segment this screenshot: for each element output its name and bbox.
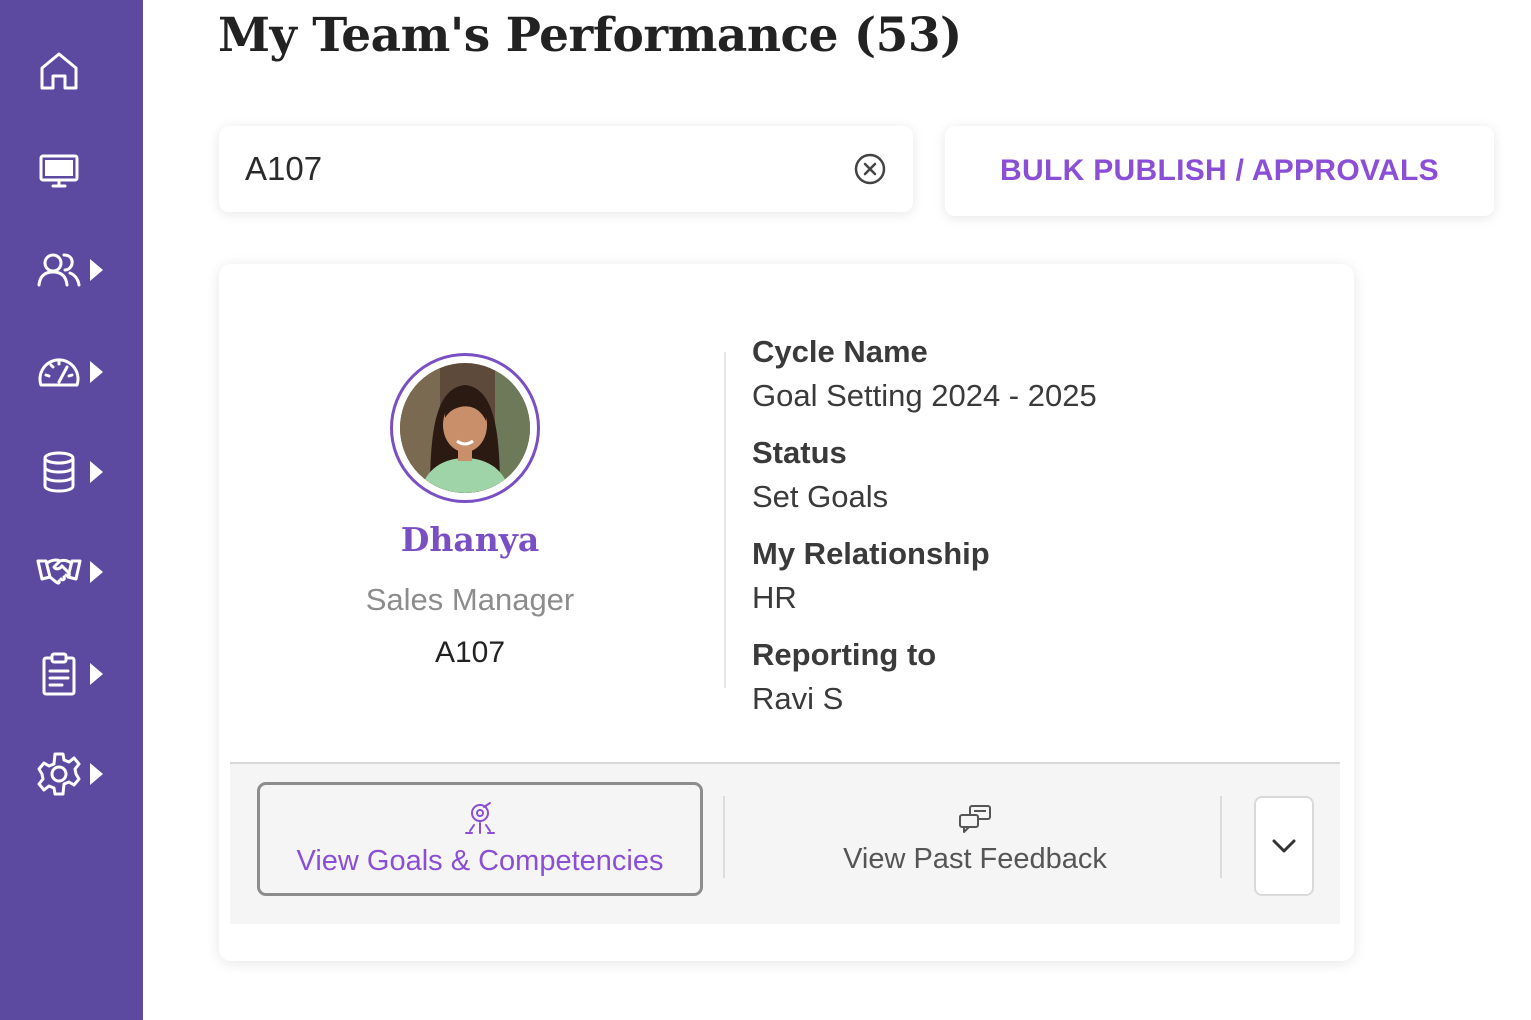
submenu-caret-icon <box>90 763 103 785</box>
status-label: Status <box>752 435 847 470</box>
card-actions: View Goals & Competencies View Past Feed… <box>230 762 1340 924</box>
submenu-caret-icon <box>90 663 103 685</box>
sidebar-item-dashboard[interactable] <box>34 144 124 198</box>
home-icon <box>40 52 78 90</box>
search-box <box>219 126 913 212</box>
submenu-caret-icon <box>90 561 103 583</box>
sidebar-item-settings[interactable] <box>34 747 124 801</box>
employee-name[interactable]: Dhanya <box>319 520 621 559</box>
view-goals-competencies-button[interactable]: View Goals & Competencies <box>257 782 703 896</box>
avatar <box>390 353 540 503</box>
sidebar-item-data[interactable] <box>34 445 124 499</box>
reporting-to-label: Reporting to <box>752 637 937 672</box>
sidebar-item-partners[interactable] <box>34 545 124 599</box>
gauge-icon <box>38 358 80 387</box>
gear-icon <box>37 752 81 796</box>
sidebar-item-performance[interactable] <box>34 345 124 399</box>
feedback-button-label: View Past Feedback <box>843 842 1107 875</box>
employee-details: Cycle Name Goal Setting 2024 - 2025 Stat… <box>752 330 1097 734</box>
clipboard-icon <box>42 652 76 696</box>
divider <box>724 352 726 688</box>
sidebar <box>0 0 143 1020</box>
sidebar-item-team[interactable] <box>34 243 124 297</box>
status-value: Set Goals <box>752 479 889 514</box>
more-actions-dropdown[interactable] <box>1254 796 1314 896</box>
divider <box>1220 796 1222 878</box>
employee-role: Sales Manager <box>365 582 575 617</box>
employee-card: Dhanya Sales Manager A107 Cycle Name Goa… <box>219 264 1354 961</box>
profile-photo <box>400 363 530 493</box>
chevron-down-icon <box>1272 839 1296 853</box>
page-title: My Team's Performance (53) <box>218 8 962 63</box>
database-icon <box>43 451 75 493</box>
goals-button-label: View Goals & Competencies <box>296 844 664 877</box>
search-input[interactable] <box>245 150 805 188</box>
clear-search-icon[interactable] <box>853 152 887 186</box>
cycle-name-label: Cycle Name <box>752 334 928 369</box>
submenu-caret-icon <box>90 361 103 383</box>
monitor-icon <box>39 154 79 188</box>
goals-icon <box>465 801 495 834</box>
relationship-label: My Relationship <box>752 536 990 571</box>
handshake-icon <box>36 558 82 585</box>
users-icon <box>37 253 81 287</box>
submenu-caret-icon <box>90 461 103 483</box>
cycle-name-value: Goal Setting 2024 - 2025 <box>752 378 1097 413</box>
sidebar-item-reports[interactable] <box>34 647 124 701</box>
bulk-publish-approvals-button[interactable]: BULK PUBLISH / APPROVALS <box>945 126 1494 216</box>
feedback-icon <box>959 804 991 833</box>
view-past-feedback-button[interactable]: View Past Feedback <box>730 782 1220 896</box>
submenu-caret-icon <box>90 259 103 281</box>
employee-id: A107 <box>434 636 506 669</box>
sidebar-item-home[interactable] <box>34 44 124 98</box>
relationship-value: HR <box>752 580 797 615</box>
reporting-to-value: Ravi S <box>752 681 844 716</box>
divider <box>723 796 725 878</box>
